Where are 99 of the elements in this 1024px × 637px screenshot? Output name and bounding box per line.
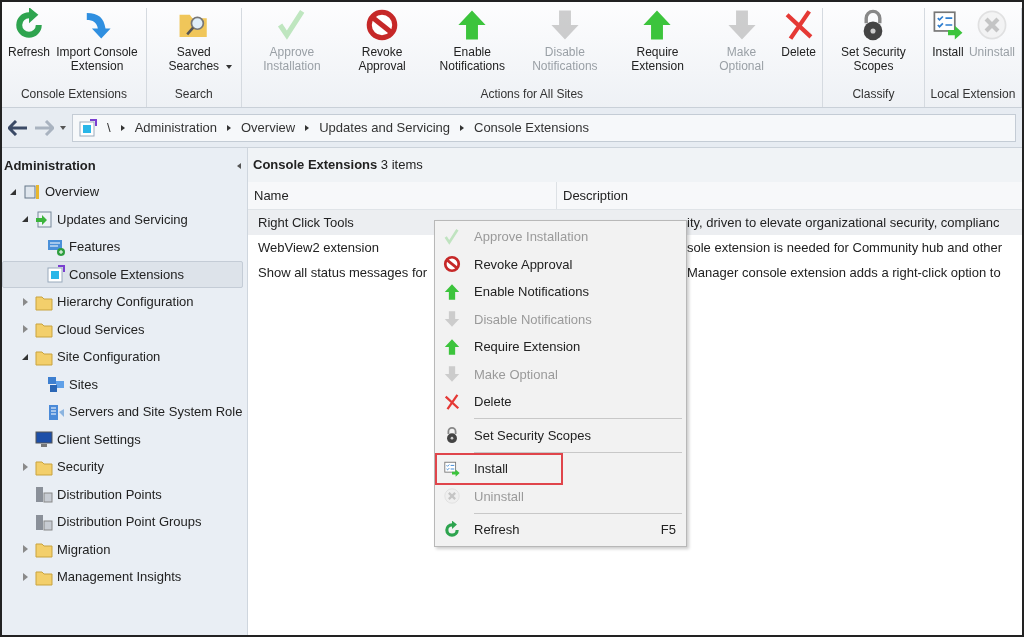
table-cell: Show all status messages for [258,264,428,280]
menu-item[interactable]: Require Extension [435,333,686,361]
column-header[interactable]: Description [563,187,629,203]
tree-label: Updates and Servicing [57,210,188,229]
up-arrow-icon [443,337,461,356]
ribbon-button[interactable]: Revoke Approval [338,8,426,83]
tree-label: Migration [57,540,111,559]
tree-label: Servers and Site System Role [69,403,243,421]
tree-item[interactable]: Overview [2,178,243,206]
tree-label: Overview [45,183,100,201]
down-arrow-icon [443,310,461,329]
table-cell: WebView2 extension [258,239,379,255]
breadcrumb-arrow-icon [460,124,464,131]
sidebar-title: Administration [4,157,96,176]
group-label: Local Extension [929,86,1017,103]
console-icon [79,118,97,137]
monitor-icon [35,430,53,449]
tree-item[interactable]: Migration [2,535,243,563]
install-icon [443,459,461,478]
table-cell: ity, driven to elevate organizational security, complianc [687,214,1000,230]
refresh-icon [443,520,461,539]
list-title: Console Extensions 3 items [253,156,423,175]
ribbon-button[interactable]: Delete [779,8,818,83]
breadcrumb-arrow-icon [305,124,310,131]
tree-item[interactable]: Management Insights [2,563,243,591]
collapse-icon [237,163,241,169]
address-bar[interactable]: \ Administration Overview Updates and Servicing Console Extensions [72,113,1016,142]
console-icon [47,265,65,284]
breadcrumb[interactable]: Overview [241,117,296,138]
tree-label: Features [69,238,121,256]
tree-label: Cloud Services [57,320,145,339]
ribbon-button[interactable]: Enable Notifications [425,8,519,83]
tree-label: Console Extensions [69,265,184,284]
breadcrumb[interactable]: Console Extensions [474,117,589,138]
ribbon-button[interactable]: Saved Searches [150,8,237,83]
tree-item[interactable]: Cloud Services [2,315,243,343]
tree-item[interactable]: Security [2,453,243,481]
menu-item[interactable]: Install [435,455,686,483]
ribbon-button[interactable]: Require Extension [611,8,704,83]
ribbon-button[interactable]: Set Security Scopes [826,8,920,83]
menu-item[interactable]: Revoke Approval [435,250,686,278]
close-icon [443,487,461,506]
group-label: Actions for All Sites [479,86,585,103]
ribbon-button[interactable]: Import Console Extension [52,8,142,83]
table-cell: sole extension is needed for Community hub and other [687,239,1003,255]
menu-item[interactable]: Delete [435,388,686,416]
tree-item[interactable]: Console Extensions [2,260,243,288]
forward-icon [34,119,54,136]
tree-item[interactable]: Servers and Site System Role [2,398,243,426]
breadcrumb-arrow-icon [227,124,231,131]
menu-item[interactable]: Enable Notifications [435,278,686,306]
tree-item[interactable]: Distribution Points [2,480,243,508]
tree-item[interactable]: Site Configuration [2,343,243,371]
prohibited-icon [443,255,461,274]
menu-item[interactable]: Refresh F5 [435,516,686,544]
server-icon [35,485,53,504]
overview-icon [23,182,41,201]
breadcrumb[interactable]: Updates and Servicing [319,117,450,138]
tree-item[interactable]: Updates and Servicing [2,205,243,233]
menu-item[interactable]: Set Security Scopes [435,421,686,449]
tree-label: Management Insights [57,568,182,586]
tree-label: Sites [69,375,98,394]
down-arrow-icon [443,365,461,384]
up-arrow-icon [443,282,461,301]
delete-icon [443,392,461,411]
tree-label: Distribution Point Groups [57,513,202,531]
updates-icon [35,210,53,229]
shortcut-label: F5 [660,521,676,539]
folder-icon [35,320,53,339]
tree-label: Client Settings [57,430,141,449]
back-icon [8,119,28,136]
features-icon [47,237,65,256]
breadcrumb-arrow-icon [120,124,125,131]
tree-label: Hierarchy Configuration [57,293,194,311]
prohibited-icon [365,8,400,42]
tree-item[interactable]: Features [2,233,243,261]
group-label: Console Extensions [19,86,128,103]
server-icon [35,512,53,531]
column-header[interactable]: Name [254,185,289,206]
caret-icon [60,125,66,130]
tree-label: Site Configuration [57,348,161,366]
sites-icon [47,375,65,394]
tree-item[interactable]: Hierarchy Configuration [2,288,243,316]
breadcrumb[interactable]: Administration [134,117,217,138]
table-cell: Manager console extension adds a right-click option to [687,264,1001,280]
group-label: Classify [851,86,896,103]
table-cell: Right Click Tools [258,214,354,230]
server-icon [47,402,65,421]
ribbon-button[interactable]: Install [928,8,967,83]
tree-item[interactable]: Sites [2,370,243,398]
tree-label: Distribution Points [57,485,162,504]
tree-label: Security [57,458,104,476]
folder-icon [35,540,53,559]
ribbon-button[interactable]: Refresh [6,8,53,83]
group-label: Search [173,86,214,103]
check-icon [443,227,461,246]
tree-item[interactable]: Distribution Point Groups [2,508,243,536]
tree-item[interactable]: Client Settings [2,425,243,453]
breadcrumb-root[interactable]: \ [107,117,111,138]
